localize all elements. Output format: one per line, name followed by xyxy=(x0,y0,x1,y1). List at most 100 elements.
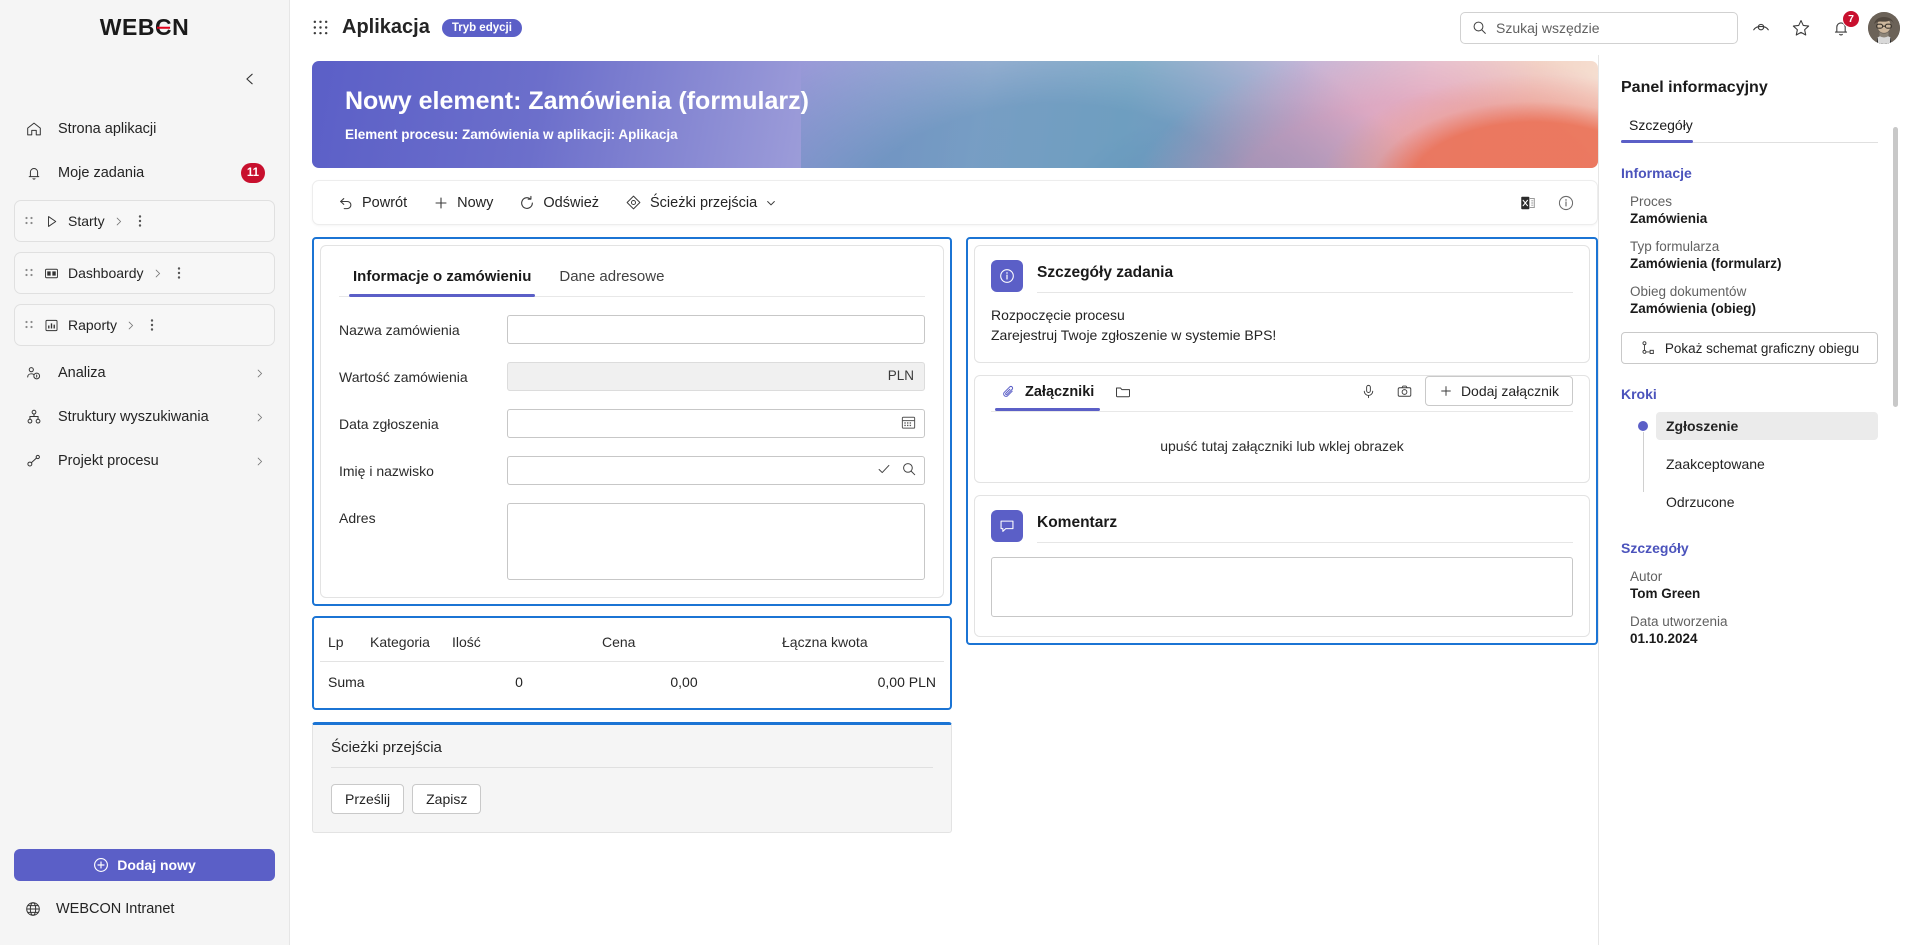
more-options-icon[interactable] xyxy=(171,265,187,281)
sidebar-footer: Dodaj nowy WEBCON Intranet xyxy=(0,849,289,945)
info-panel: Panel informacyjny Szczegóły Informacje … xyxy=(1598,55,1900,945)
drag-handle-icon[interactable] xyxy=(23,212,35,230)
page-banner: Nowy element: Zamówienia (formularz) Ele… xyxy=(312,61,1598,168)
step-zgloszenie[interactable]: Zgłoszenie xyxy=(1630,410,1878,442)
drag-handle-icon[interactable] xyxy=(23,264,35,282)
chevron-right-icon[interactable] xyxy=(254,456,265,467)
global-search[interactable] xyxy=(1460,11,1738,44)
more-options-icon[interactable] xyxy=(144,317,160,333)
save-button[interactable]: Zapisz xyxy=(412,784,482,814)
comment-card: Komentarz xyxy=(974,494,1590,637)
task-details-card: Szczegóły zadania Rozpoczęcie procesu Za… xyxy=(974,245,1590,363)
dashboard-icon xyxy=(43,265,60,282)
comment-textarea[interactable] xyxy=(991,556,1573,617)
notifications-bell-icon[interactable]: 7 xyxy=(1824,9,1860,45)
add-attachment-button[interactable]: Dodaj załącznik xyxy=(1424,376,1573,407)
tab-informacje-o-zamowieniu[interactable]: Informacje o zamówieniu xyxy=(341,260,543,297)
folder-icon[interactable] xyxy=(1104,376,1142,411)
sidebar-item-moje-zadania[interactable]: Moje zadania 11 xyxy=(14,151,275,195)
more-options-icon[interactable] xyxy=(132,213,148,229)
sidebar-item-starty[interactable]: Starty xyxy=(14,200,275,242)
column-ilosc: Ilość xyxy=(444,623,594,662)
currency-suffix: PLN xyxy=(887,368,914,383)
refresh-button[interactable]: Odśwież xyxy=(508,187,610,219)
wartosc-zamowienia-input[interactable] xyxy=(507,362,925,391)
avatar[interactable] xyxy=(1868,11,1900,44)
chevron-right-icon[interactable] xyxy=(113,216,124,227)
info-panel-scrollbar[interactable] xyxy=(1893,127,1898,407)
info-circle-icon[interactable] xyxy=(1549,187,1583,219)
cell-suma-label: Suma xyxy=(328,674,365,690)
attachments-tab-label: Załączniki xyxy=(1025,383,1095,400)
table-row: Suma 0 0,00 0,00 PLN xyxy=(320,662,944,703)
edit-mode-badge[interactable]: Tryb edycji xyxy=(441,18,522,37)
info-item-obieg-dokumentow: Obieg dokumentów Zamówienia (obieg) xyxy=(1621,284,1878,316)
toolbar-button-label: Ścieżki przejścia xyxy=(650,194,758,211)
step-zaakceptowane[interactable]: Zaakceptowane xyxy=(1630,448,1878,480)
field-wartosc-zamowienia: Wartość zamówienia PLN xyxy=(339,362,925,391)
adres-textarea[interactable] xyxy=(507,503,925,580)
toolbar-button-label: Nowy xyxy=(457,194,494,211)
chevron-right-icon[interactable] xyxy=(254,412,265,423)
favorite-star-icon[interactable] xyxy=(1784,11,1818,45)
comment-icon xyxy=(991,509,1023,542)
step-odrzucone[interactable]: Odrzucone xyxy=(1630,486,1878,518)
field-label: Wartość zamówienia xyxy=(339,369,468,385)
sidebar-item-label: Struktury wyszukiwania xyxy=(58,409,209,425)
field-control xyxy=(507,456,925,485)
tab-dane-adresowe[interactable]: Dane adresowe xyxy=(547,260,676,296)
submit-button[interactable]: Prześlij xyxy=(331,784,405,814)
check-icon[interactable] xyxy=(876,461,892,477)
info-item-value: Zamówienia xyxy=(1630,211,1708,226)
export-excel-icon[interactable] xyxy=(1511,187,1545,219)
back-button[interactable]: Powrót xyxy=(327,187,418,219)
camera-icon[interactable] xyxy=(1389,376,1421,406)
section-informacje: Informacje xyxy=(1621,165,1692,181)
calendar-icon[interactable] xyxy=(900,414,917,431)
paths-dropdown-button[interactable]: Ścieżki przejścia xyxy=(614,187,788,219)
add-new-button[interactable]: Dodaj nowy xyxy=(14,849,275,881)
new-button[interactable]: Nowy xyxy=(422,187,504,219)
add-attachment-label: Dodaj załącznik xyxy=(1460,383,1559,400)
show-workflow-diagram-button[interactable]: Pokaż schemat graficzny obiegu xyxy=(1621,332,1878,364)
chevron-right-icon[interactable] xyxy=(152,268,163,279)
comment-title: Komentarz xyxy=(1037,513,1118,531)
sidebar-item-webcon-intranet[interactable]: WEBCON Intranet xyxy=(14,887,275,931)
sidebar-item-label: Starty xyxy=(68,213,105,229)
info-item-key: Typ formularza xyxy=(1630,239,1720,254)
task-cards-highlight: Szczegóły zadania Rozpoczęcie procesu Za… xyxy=(966,237,1598,645)
task-details-line-1: Rozpoczęcie procesu xyxy=(991,307,1125,323)
nazwa-zamowienia-input[interactable] xyxy=(507,315,925,344)
tab-szczegoly[interactable]: Szczegóły xyxy=(1621,111,1701,143)
detail-item-key: Autor xyxy=(1630,569,1663,584)
sidebar-item-dashboardy[interactable]: Dashboardy xyxy=(14,252,275,294)
app-launcher-icon[interactable] xyxy=(304,12,336,44)
search-icon[interactable] xyxy=(901,461,917,477)
preview-eye-icon[interactable] xyxy=(1744,11,1778,45)
chevron-right-icon[interactable] xyxy=(125,320,136,331)
info-item-value: Zamówienia (obieg) xyxy=(1630,301,1757,316)
step-label: Zgłoszenie xyxy=(1656,412,1878,440)
sidebar-item-analiza[interactable]: Analiza xyxy=(14,351,275,395)
search-input[interactable] xyxy=(1496,19,1726,36)
collapse-sidebar-icon[interactable] xyxy=(237,66,263,92)
sidebar-item-label: Raporty xyxy=(68,317,118,333)
sidebar-item-strona-aplikacji[interactable]: Strona aplikacji xyxy=(14,107,275,151)
imie-i-nazwisko-input[interactable] xyxy=(507,456,925,485)
topbar: Aplikacja Tryb edycji 7 xyxy=(290,0,1920,55)
field-data-zgloszenia: Data zgłoszenia xyxy=(339,409,925,438)
column-cena: Cena xyxy=(594,623,774,662)
sidebar-item-struktury-wyszukiwania[interactable]: Struktury wyszukiwania xyxy=(14,395,275,439)
sidebar-item-raporty[interactable]: Raporty xyxy=(14,304,275,346)
home-icon xyxy=(24,119,44,139)
chevron-right-icon[interactable] xyxy=(254,368,265,379)
tab-zalaczniki[interactable]: Załączniki xyxy=(991,377,1104,411)
data-zgloszenia-input[interactable] xyxy=(507,409,925,438)
microphone-icon[interactable] xyxy=(1353,376,1385,406)
field-label: Data zgłoszenia xyxy=(339,416,439,432)
bell-icon xyxy=(24,163,44,183)
tab-label: Dane adresowe xyxy=(559,268,665,285)
report-icon xyxy=(43,317,60,334)
sidebar-item-projekt-procesu[interactable]: Projekt procesu xyxy=(14,439,275,483)
drag-handle-icon[interactable] xyxy=(23,316,35,334)
